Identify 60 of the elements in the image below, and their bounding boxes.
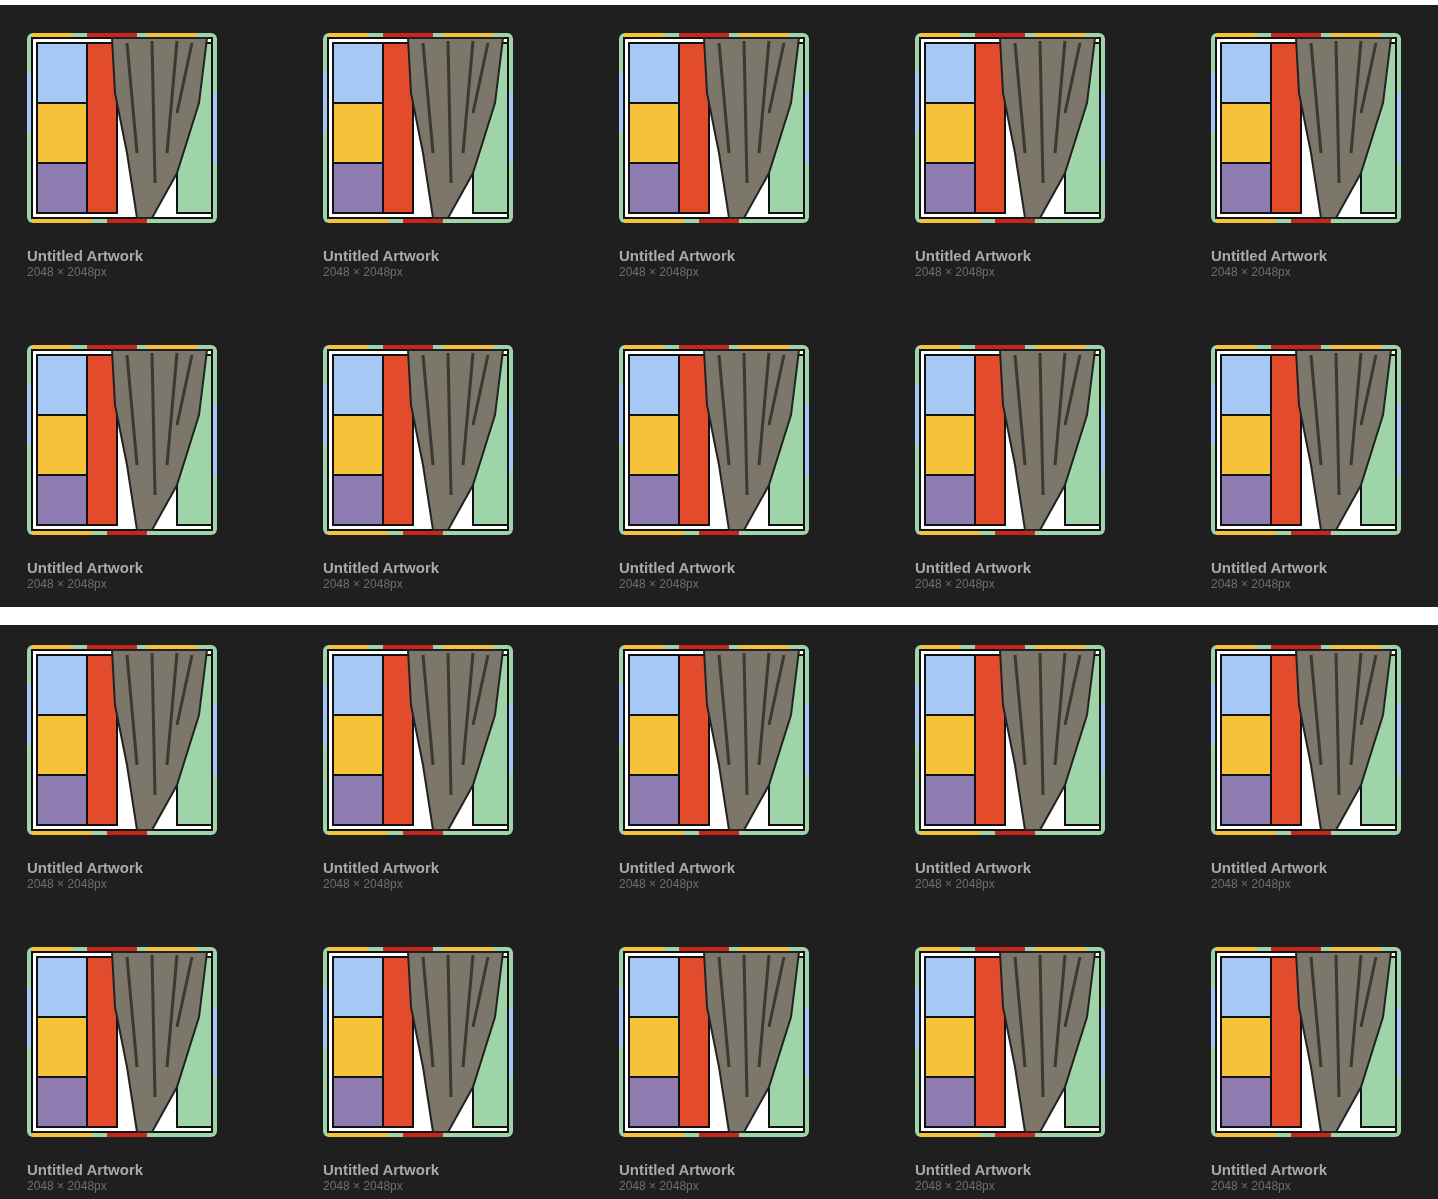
artwork-title: Untitled Artwork [323,247,441,265]
artwork-title: Untitled Artwork [323,859,441,877]
artwork-dimensions: 2048 × 2048px [1211,576,1292,592]
artwork-thumbnail[interactable] [1211,33,1401,223]
artwork-title: Untitled Artwork [619,558,737,577]
artwork-dimensions: 2048 × 2048px [619,265,700,280]
artwork-dimensions: 2048 × 2048px [27,576,108,592]
artwork-thumbnail[interactable] [619,344,809,535]
artwork-thumbnail[interactable] [323,33,513,223]
artwork-dimensions: 2048 × 2048px [619,1178,700,1194]
artwork-thumbnail[interactable] [915,344,1105,535]
artwork-thumbnail[interactable] [915,645,1105,835]
artwork-dimensions: 2048 × 2048px [27,1178,108,1194]
artwork-title: Untitled Artwork [915,1160,1033,1179]
artwork-title: Untitled Artwork [915,859,1033,877]
artwork-title: Untitled Artwork [1211,558,1329,577]
artwork-title: Untitled Artwork [323,1160,441,1179]
artwork-dimensions: 2048 × 2048px [915,576,996,592]
artwork-dimensions: 2048 × 2048px [619,576,700,592]
artwork-thumbnail[interactable] [619,645,809,835]
artwork-thumbnail[interactable] [915,946,1105,1137]
artwork-dimensions: 2048 × 2048px [1211,1178,1292,1194]
artwork-thumbnail[interactable] [915,33,1105,223]
artwork-thumbnail[interactable] [1211,344,1401,535]
artwork-title: Untitled Artwork [27,558,145,577]
artwork-thumbnail[interactable] [619,33,809,223]
artwork-title: Untitled Artwork [1211,859,1329,877]
artwork-thumbnail[interactable] [1211,946,1401,1137]
artwork-dimensions: 2048 × 2048px [323,877,404,892]
artwork-dimensions: 2048 × 2048px [27,265,108,280]
artwork-title: Untitled Artwork [1211,1160,1329,1179]
artwork-thumbnail[interactable] [1211,645,1401,835]
artwork-dimensions: 2048 × 2048px [27,877,108,892]
artwork-title: Untitled Artwork [27,859,145,877]
artwork-dimensions: 2048 × 2048px [619,877,700,892]
artwork-title: Untitled Artwork [619,1160,737,1179]
artwork-title: Untitled Artwork [27,1160,145,1179]
artwork-dimensions: 2048 × 2048px [915,1178,996,1194]
artwork-thumbnail[interactable] [323,946,513,1137]
artwork-dimensions: 2048 × 2048px [323,265,404,280]
artwork-thumbnail[interactable] [27,33,217,223]
artwork-title: Untitled Artwork [915,247,1033,265]
artwork-thumbnail[interactable] [27,344,217,535]
artwork-title: Untitled Artwork [619,247,737,265]
artwork-title: Untitled Artwork [27,247,145,265]
artwork-title: Untitled Artwork [619,859,737,877]
artwork-thumbnail[interactable] [323,645,513,835]
artwork-title: Untitled Artwork [915,558,1033,577]
artwork-thumbnail[interactable] [27,946,217,1137]
artwork-dimensions: 2048 × 2048px [323,1178,404,1194]
artwork-dimensions: 2048 × 2048px [915,877,996,892]
artwork-title: Untitled Artwork [323,558,441,577]
artwork-dimensions: 2048 × 2048px [1211,877,1292,892]
artwork-dimensions: 2048 × 2048px [1211,265,1292,280]
artwork-title: Untitled Artwork [1211,247,1329,265]
artwork-thumbnail[interactable] [619,946,809,1137]
artwork-dimensions: 2048 × 2048px [915,265,996,280]
artwork-thumbnail[interactable] [27,645,217,835]
artwork-thumbnail[interactable] [323,344,513,535]
artwork-dimensions: 2048 × 2048px [323,576,404,592]
